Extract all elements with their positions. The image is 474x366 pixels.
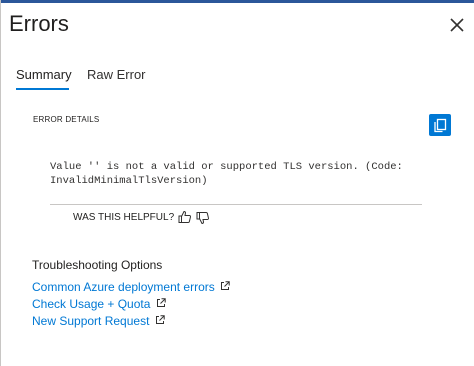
copy-icon: [434, 118, 447, 133]
tab-summary-selected-indicator: [16, 88, 69, 90]
thumbs-down-button[interactable]: [196, 211, 210, 225]
helpful-prompt: WAS THIS HELPFUL?: [73, 212, 175, 223]
error-message-line-2: InvalidMinimalTlsVersion): [50, 175, 208, 187]
troubleshooting-heading: Troubleshooting Options: [32, 258, 163, 272]
thumbs-up-icon: [178, 210, 191, 223]
link-label: Common Azure deployment errors: [32, 280, 215, 294]
error-message: Value '' is not a valid or supported TLS…: [50, 160, 403, 188]
external-link-icon: [156, 298, 166, 307]
thumbs-down-icon: [196, 212, 209, 225]
external-link-icon: [221, 281, 230, 290]
external-link-icon: [155, 315, 165, 324]
close-button[interactable]: [446, 14, 468, 36]
dialog-title: Errors: [9, 11, 69, 36]
link-common-azure-deployment-errors[interactable]: Common Azure deployment errors: [32, 280, 230, 294]
error-message-line-1: Value '' is not a valid or supported TLS…: [50, 161, 403, 173]
link-new-support-request[interactable]: New Support Request: [32, 314, 165, 328]
error-details-label: ERROR DETAILS: [33, 115, 100, 124]
divider: [50, 204, 422, 205]
window-left-border: [0, 0, 1, 366]
window-top-border: [0, 0, 474, 3]
link-label: Check Usage + Quota: [32, 297, 151, 311]
thumbs-up-button[interactable]: [178, 210, 192, 224]
copy-button[interactable]: [429, 114, 451, 136]
tab-summary[interactable]: Summary: [16, 67, 72, 82]
tab-raw-error[interactable]: Raw Error: [87, 67, 146, 82]
link-label: New Support Request: [32, 314, 150, 328]
link-check-usage-quota[interactable]: Check Usage + Quota: [32, 297, 166, 311]
close-icon: [450, 18, 464, 32]
